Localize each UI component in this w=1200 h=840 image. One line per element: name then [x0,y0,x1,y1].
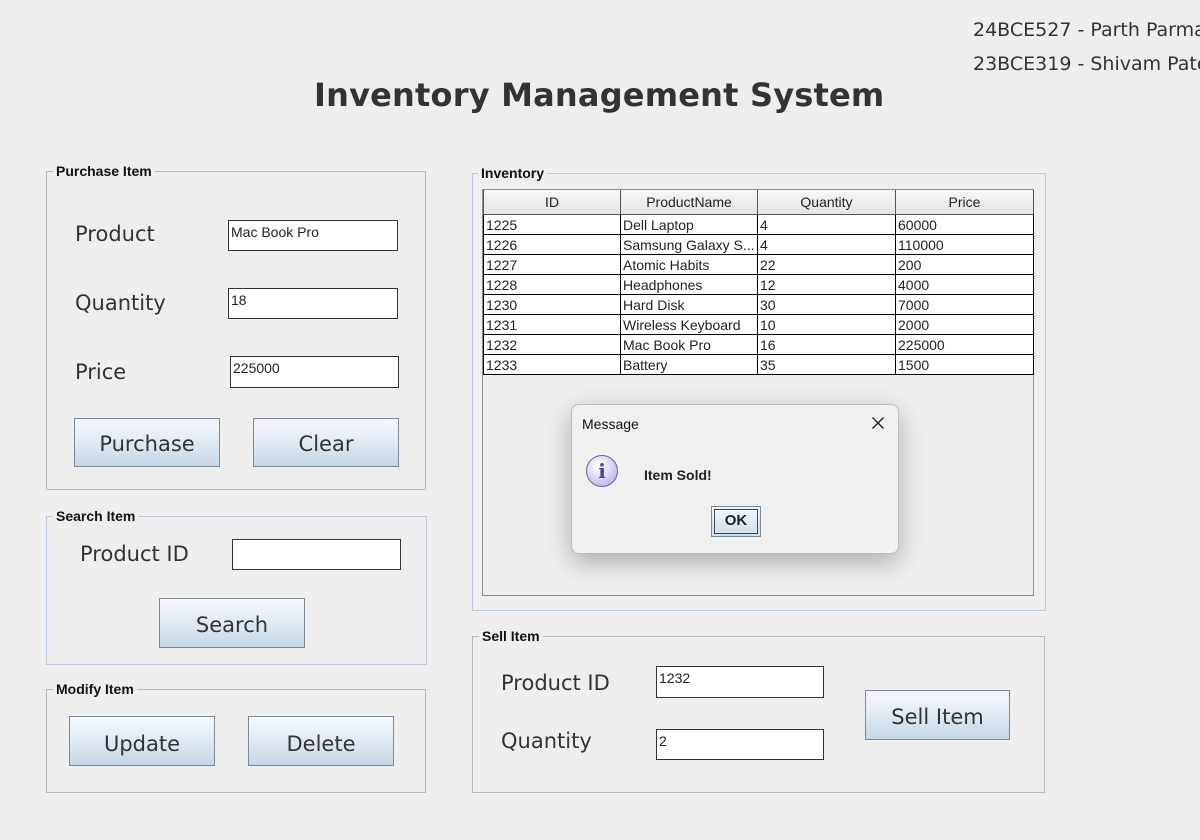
cell-quantity[interactable]: 4 [757,234,896,255]
cell-quantity[interactable]: 30 [757,294,896,315]
product-label: Product [75,222,155,246]
cell-product-name[interactable]: Wireless Keyboard [620,314,758,335]
purchase-button[interactable]: Purchase [74,418,220,467]
close-icon[interactable] [868,413,888,433]
dialog-title: Message [582,416,639,432]
table-row[interactable]: 1231 Wireless Keyboard 10 2000 [483,314,1034,335]
inventory-legend: Inventory [478,165,548,181]
sell-quantity-input[interactable]: 2 [656,729,824,760]
cell-price[interactable]: 1500 [895,354,1034,375]
cell-product-name[interactable]: Mac Book Pro [620,334,758,355]
quantity-label: Quantity [75,291,166,315]
cell-price[interactable]: 200 [895,254,1034,275]
cell-price[interactable]: 7000 [895,294,1034,315]
cell-id[interactable]: 1225 [483,214,621,235]
table-row[interactable]: 1233 Battery 35 1500 [483,354,1034,375]
column-header-quantity[interactable]: Quantity [757,190,896,215]
cell-product-name[interactable]: Hard Disk [620,294,758,315]
cell-price[interactable]: 2000 [895,314,1034,335]
dialog-message: Item Sold! [644,467,712,483]
author-line-1: 24BCE527 - Parth Parmar [973,19,1200,41]
author-line-2: 23BCE319 - Shivam Patel [973,53,1200,75]
cell-quantity[interactable]: 35 [757,354,896,375]
column-header-id[interactable]: ID [483,190,621,215]
price-input[interactable]: 225000 [230,356,399,388]
table-row[interactable]: 1230 Hard Disk 30 7000 [483,294,1034,315]
cell-price[interactable]: 110000 [895,234,1034,255]
cell-price[interactable]: 60000 [895,214,1034,235]
search-button[interactable]: Search [159,598,305,648]
inventory-table[interactable]: ID ProductName Quantity Price 1225 Dell L… [483,190,1034,375]
sell-product-id-input[interactable]: 1232 [656,666,824,698]
delete-button[interactable]: Delete [248,716,394,766]
table-row[interactable]: 1225 Dell Laptop 4 60000 [483,214,1034,235]
cell-quantity[interactable]: 12 [757,274,896,295]
cell-price[interactable]: 4000 [895,274,1034,295]
clear-button[interactable]: Clear [253,418,399,467]
search-product-id-label: Product ID [80,542,189,566]
table-row[interactable]: 1232 Mac Book Pro 16 225000 [483,334,1034,355]
search-item-legend: Search Item [53,508,139,524]
cell-id[interactable]: 1233 [483,354,621,375]
cell-quantity[interactable]: 10 [757,314,896,335]
cell-id[interactable]: 1230 [483,294,621,315]
cell-id[interactable]: 1228 [483,274,621,295]
price-label: Price [75,360,127,384]
ok-button[interactable]: OK [711,506,761,537]
purchase-item-legend: Purchase Item [53,163,155,179]
ok-button-label: OK [724,512,748,529]
sell-item-button[interactable]: Sell Item [865,690,1010,740]
cell-quantity[interactable]: 22 [757,254,896,275]
cell-product-name[interactable]: Headphones [620,274,758,295]
cell-id[interactable]: 1227 [483,254,621,275]
table-row[interactable]: 1227 Atomic Habits 22 200 [483,254,1034,275]
cell-id[interactable]: 1232 [483,334,621,355]
update-button[interactable]: Update [69,716,215,766]
info-icon: i [586,455,618,487]
quantity-input[interactable]: 18 [228,288,398,319]
cell-product-name[interactable]: Dell Laptop [620,214,758,235]
cell-id[interactable]: 1226 [483,234,621,255]
cell-product-name[interactable]: Battery [620,354,758,375]
product-input[interactable]: Mac Book Pro [228,220,398,251]
column-header-price[interactable]: Price [895,190,1034,215]
page-title: Inventory Management System [314,76,885,114]
modify-item-legend: Modify Item [53,681,137,697]
cell-id[interactable]: 1231 [483,314,621,335]
cell-product-name[interactable]: Samsung Galaxy S... [620,234,758,255]
search-product-id-input[interactable] [232,539,401,570]
column-header-productname[interactable]: ProductName [620,190,758,215]
cell-price[interactable]: 225000 [895,334,1034,355]
sell-product-id-label: Product ID [501,671,610,695]
table-row[interactable]: 1228 Headphones 12 4000 [483,274,1034,295]
cell-quantity[interactable]: 4 [757,214,896,235]
cell-quantity[interactable]: 16 [757,334,896,355]
table-row[interactable]: 1226 Samsung Galaxy S... 4 110000 [483,234,1034,255]
sell-quantity-label: Quantity [501,729,592,753]
cell-product-name[interactable]: Atomic Habits [620,254,758,275]
sell-item-legend: Sell Item [479,628,543,644]
message-dialog: Message i Item Sold! OK [571,404,899,554]
